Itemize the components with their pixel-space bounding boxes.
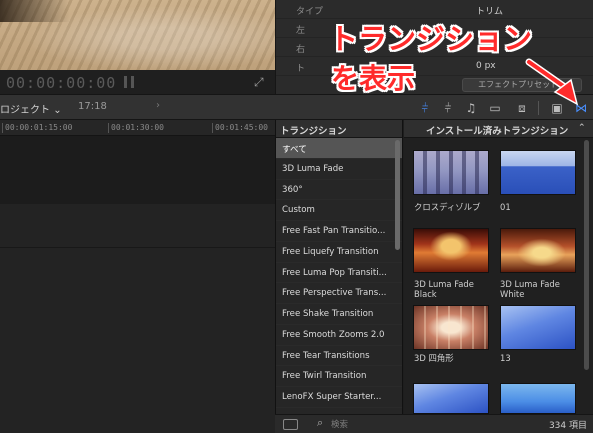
project-name: ロジェクト <box>0 105 50 116</box>
inspector-row[interactable]: タイプ トリム <box>276 2 593 19</box>
list-item[interactable]: 3D Luma Fade <box>276 159 402 180</box>
transition-thumbnail[interactable] <box>413 150 489 195</box>
thumbnail-label: 01 <box>500 202 511 212</box>
list-scrollbar[interactable] <box>395 140 400 250</box>
list-header: トランジション <box>276 120 402 138</box>
ruler-tick <box>2 123 3 133</box>
headphones-icon[interactable]: ♫ <box>464 101 478 115</box>
transition-thumbnail[interactable] <box>413 305 489 350</box>
thumbnail-label: 13 <box>500 353 511 363</box>
thumbnail-label: 3D Luma Fade White <box>500 279 560 299</box>
track-divider <box>0 247 275 248</box>
ruler-mark: 00:00:01:15:00 <box>5 123 73 132</box>
inspector-label: 左 <box>296 26 306 36</box>
project-menu[interactable]: ロジェクト ⌄ <box>0 101 62 116</box>
viewer-frame <box>0 0 275 70</box>
list-item[interactable]: すべて <box>276 138 402 159</box>
ruler-mark: 00:01:30:00 <box>111 123 164 132</box>
viewer-shadow <box>0 0 70 22</box>
ruler-mark: 00:01:45:00 <box>215 123 268 132</box>
list-item[interactable]: Free Fast Pan Transitio... <box>276 221 402 242</box>
inspector-label: ト <box>296 64 306 74</box>
list-item[interactable]: Free Liquefy Transition <box>276 242 402 263</box>
inspector-label: 右 <box>296 45 306 55</box>
list-item[interactable]: Free Twirl Transition <box>276 366 402 387</box>
chevron-right-icon[interactable]: › <box>156 100 160 111</box>
list-item[interactable]: Free Luma Pop Transiti... <box>276 263 402 284</box>
thumbnail-label: 3D 四角形 <box>414 353 454 363</box>
transition-thumbnail[interactable] <box>413 383 489 414</box>
search-icon[interactable]: ⌕ <box>317 416 323 430</box>
thumbnail-label: 3D Luma Fade Black <box>414 279 474 299</box>
annotation-arrow-icon <box>525 58 579 106</box>
transition-thumbnail[interactable] <box>413 228 489 273</box>
ruler-tick <box>212 123 213 133</box>
project-duration: 17:18 <box>78 101 107 112</box>
thumbnail-label: クロスディゾルブ <box>414 202 481 212</box>
browser-bottom-bar: ⌕ 334 項目 <box>275 414 593 433</box>
transition-thumbnail[interactable] <box>500 383 576 414</box>
list-item[interactable]: 360° <box>276 180 402 201</box>
timeline-ruler[interactable]: 00:00:01:15:00 00:01:30:00 00:01:45:00 <box>0 120 275 136</box>
inspector-value[interactable]: トリム <box>476 4 503 17</box>
chevron-updown-icon[interactable]: ⌃ <box>578 123 586 133</box>
pause-icon[interactable] <box>124 76 134 88</box>
fullscreen-icon[interactable]: ⤢ <box>254 75 264 90</box>
list-item[interactable]: Free Tear Transitions <box>276 346 402 367</box>
viewer-controls: 00:00:00:00 ⤢ <box>0 70 275 94</box>
skimming-icon[interactable]: ⫩ <box>441 101 455 115</box>
list-item[interactable]: Free Shake Transition <box>276 304 402 325</box>
ruler-tick <box>108 123 109 133</box>
list-item[interactable]: Free Smooth Zooms 2.0 <box>276 325 402 346</box>
transition-thumbnail[interactable] <box>500 150 576 195</box>
snapping-icon[interactable]: ▭ <box>488 101 502 115</box>
timeline-track-area[interactable] <box>0 204 275 433</box>
item-count: 334 項目 <box>548 421 587 431</box>
timeline[interactable]: 00:00:01:15:00 00:01:30:00 00:01:45:00 <box>0 120 275 433</box>
transition-thumbnail[interactable] <box>500 305 576 350</box>
grid-scrollbar[interactable] <box>584 140 589 370</box>
inspector-label: タイプ <box>296 7 324 17</box>
timeline-track-area[interactable] <box>0 136 275 204</box>
transitions-category-list: トランジション すべて 3D Luma Fade 360° Custom Fre… <box>275 120 403 414</box>
timecode-display: 00:00:00:00 <box>6 74 117 92</box>
grid-header-title: インストール済みトランジション <box>426 126 569 137</box>
audio-skimming-icon[interactable]: ⫩ <box>418 101 432 115</box>
annotation-text: トランジション <box>329 22 533 56</box>
view-toggle-icon[interactable] <box>283 419 298 430</box>
inspector-value[interactable]: 0 px <box>476 61 496 71</box>
list-item[interactable]: LenoFX Super Starter... <box>276 387 402 408</box>
list-item[interactable]: Custom <box>276 200 402 221</box>
grid-header[interactable]: インストール済みトランジション ⌃ <box>404 120 593 138</box>
annotation-text: を表示 <box>331 62 416 95</box>
transition-thumbnail[interactable] <box>500 228 576 273</box>
list-item[interactable]: Free Perspective Trans... <box>276 283 402 304</box>
timeline-toolbar: ロジェクト ⌄ 17:18 › ⫩ ⫩ ♫ ▭ ⧈ ▣ ⋈ <box>0 94 593 120</box>
chevron-down-icon: ⌄ <box>53 105 62 116</box>
search-input[interactable] <box>331 418 481 431</box>
